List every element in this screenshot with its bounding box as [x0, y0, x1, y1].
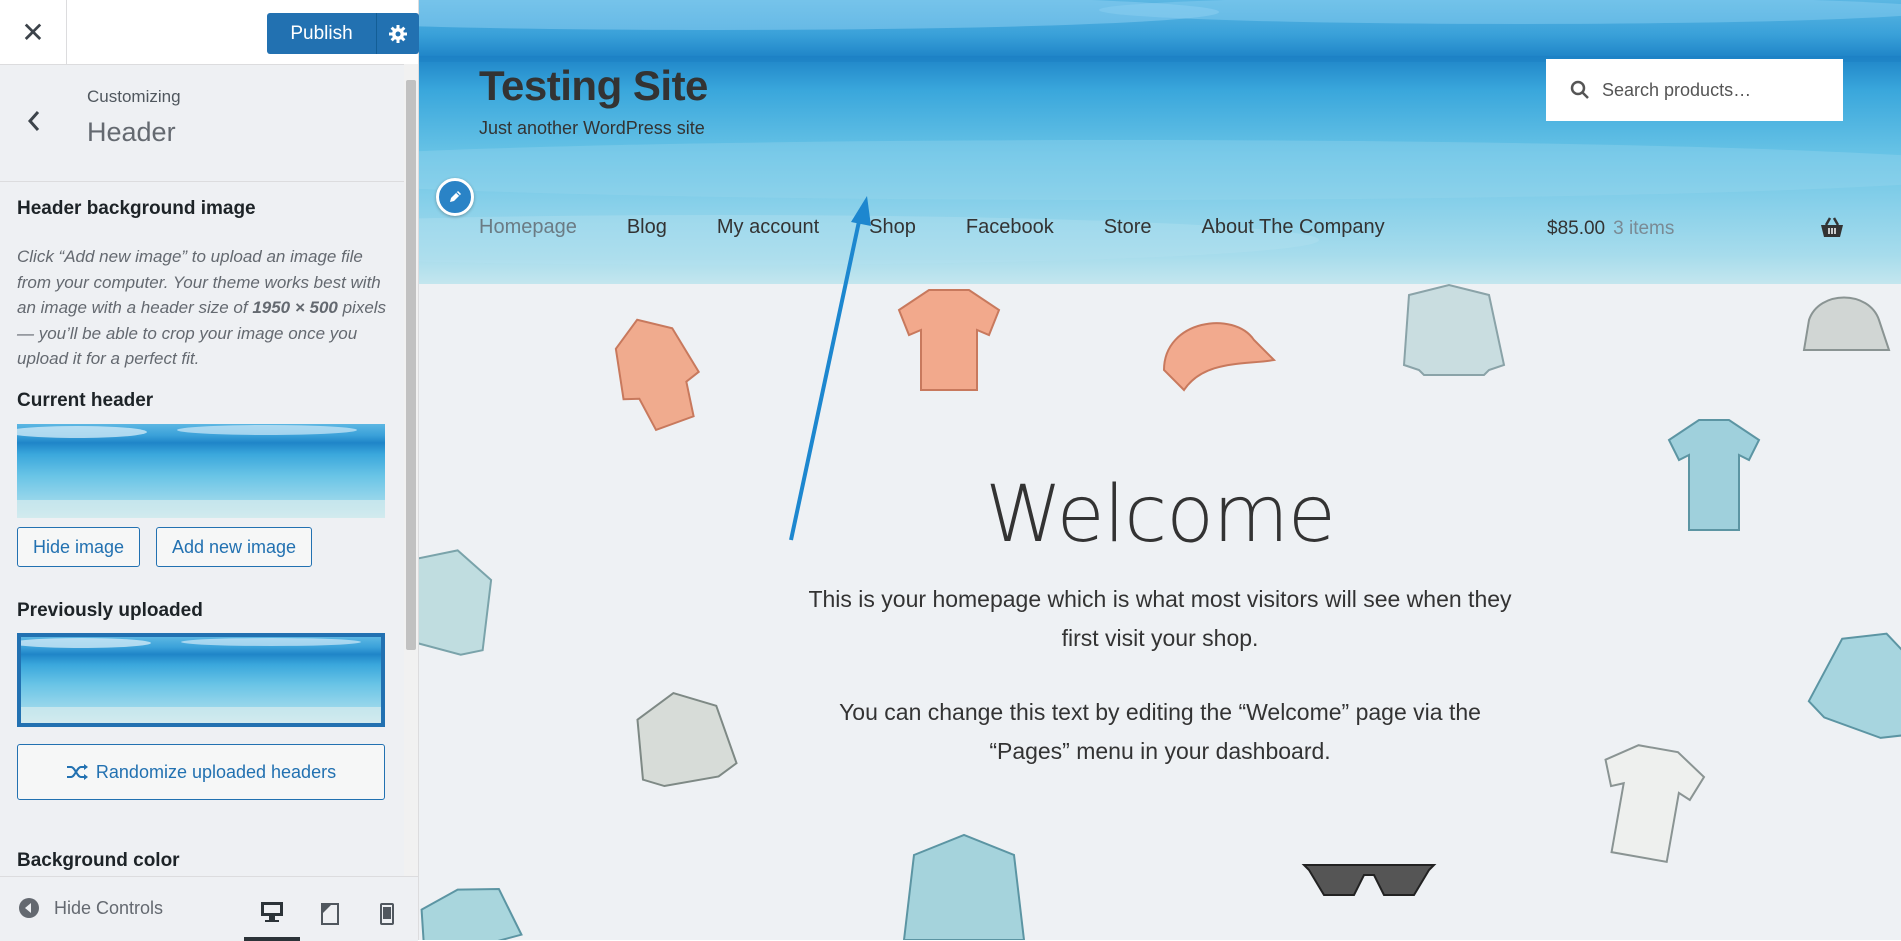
customizer-sidebar: ✕ Publish Customizing Header Header back…: [0, 0, 419, 941]
current-header-thumbnail: [17, 424, 385, 518]
section-title: Header: [87, 117, 176, 147]
site-preview: Testing Site Just another WordPress site…: [419, 0, 1901, 940]
publish-settings-button[interactable]: [376, 13, 419, 54]
close-customizer-button[interactable]: ✕: [0, 0, 67, 64]
gear-icon: [389, 24, 407, 43]
previously-uploaded-label: Previously uploaded: [17, 600, 203, 621]
customizer-footer: Hide Controls: [0, 876, 418, 941]
preview-desktop-button[interactable]: [244, 887, 300, 941]
randomize-label: Randomize uploaded headers: [95, 761, 337, 782]
preview-mobile-button[interactable]: [359, 887, 415, 941]
randomize-headers-button[interactable]: Randomize uploaded headers: [17, 744, 385, 800]
hide-image-button[interactable]: Hide image: [17, 527, 140, 567]
uploaded-header-thumbnail[interactable]: [17, 633, 385, 727]
back-button[interactable]: [16, 96, 52, 146]
publish-button[interactable]: Publish: [267, 13, 376, 54]
hide-controls-button[interactable]: Hide Controls: [18, 897, 163, 919]
hide-controls-label: Hide Controls: [54, 897, 164, 918]
customizer-topbar: ✕ Publish: [0, 0, 419, 65]
close-icon: ✕: [21, 16, 45, 48]
tablet-icon: [321, 903, 339, 925]
annotation-arrow: [789, 196, 871, 541]
preview-tablet-button[interactable]: [302, 887, 358, 941]
desktop-icon: [261, 902, 283, 922]
background-color-label: Background color: [17, 850, 180, 871]
mobile-icon: [380, 903, 394, 925]
chevron-left-icon: [27, 111, 40, 131]
shuffle-icon: [66, 764, 88, 780]
add-new-image-button[interactable]: Add new image: [156, 527, 312, 567]
header-background-image-title: Header background image: [17, 198, 256, 219]
current-header-label: Current header: [17, 390, 154, 411]
header-image-description: Click “Add new image” to upload an image…: [17, 247, 387, 368]
controls-panel[interactable]: Header background image Click “Add new i…: [0, 182, 404, 876]
collapse-arrow-icon: [19, 898, 39, 918]
breadcrumb: Customizing: [87, 87, 181, 106]
section-header: Customizing Header: [0, 64, 418, 182]
sidebar-scrollbar-thumb[interactable]: [406, 80, 416, 650]
